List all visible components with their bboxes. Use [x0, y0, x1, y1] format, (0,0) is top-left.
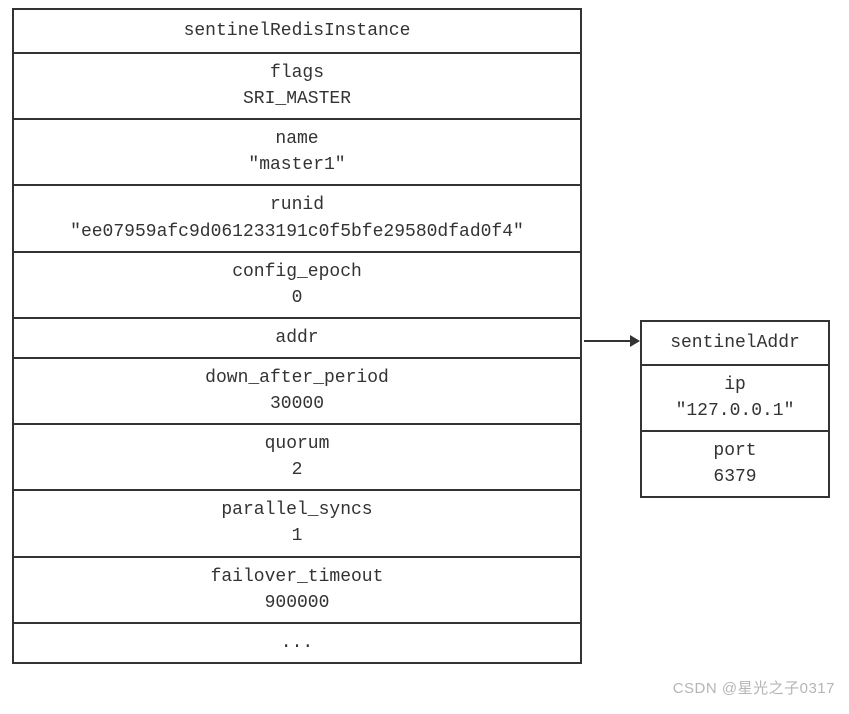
field-value: SRI_MASTER [18, 86, 576, 112]
field-label: addr [18, 325, 576, 351]
field-label: failover_timeout [18, 564, 576, 590]
field-addr: addr [14, 319, 580, 359]
field-label: runid [18, 192, 576, 218]
field-label: parallel_syncs [18, 497, 576, 523]
field-value: 30000 [18, 391, 576, 417]
field-quorum: quorum 2 [14, 425, 580, 491]
field-value: "ee07959afc9d061233191c0f5bfe29580dfad0f… [18, 219, 576, 245]
field-label: config_epoch [18, 259, 576, 285]
field-parallel-syncs: parallel_syncs 1 [14, 491, 580, 557]
field-config-epoch: config_epoch 0 [14, 253, 580, 319]
field-ellipsis: ... [14, 624, 580, 662]
field-label: flags [18, 60, 576, 86]
field-label: quorum [18, 431, 576, 457]
field-value: 900000 [18, 590, 576, 616]
field-value: 0 [18, 285, 576, 311]
field-value: "master1" [18, 152, 576, 178]
watermark: CSDN @星光之子0317 [673, 677, 835, 698]
field-label: down_after_period [18, 365, 576, 391]
field-down-after-period: down_after_period 30000 [14, 359, 580, 425]
struct-title: sentinelRedisInstance [14, 10, 580, 54]
struct-sentinel-addr: sentinelAddr ip "127.0.0.1" port 6379 [640, 320, 830, 498]
field-value: 1 [18, 523, 576, 549]
field-value: "127.0.0.1" [646, 398, 824, 424]
field-label: name [18, 126, 576, 152]
field-flags: flags SRI_MASTER [14, 54, 580, 120]
field-name: name "master1" [14, 120, 580, 186]
field-value: 6379 [646, 464, 824, 490]
struct-title: sentinelAddr [642, 322, 828, 366]
field-label: ip [646, 372, 824, 398]
field-runid: runid "ee07959afc9d061233191c0f5bfe29580… [14, 186, 580, 252]
field-value: 2 [18, 457, 576, 483]
field-label: port [646, 438, 824, 464]
field-failover-timeout: failover_timeout 900000 [14, 558, 580, 624]
field-ip: ip "127.0.0.1" [642, 366, 828, 432]
field-port: port 6379 [642, 432, 828, 496]
struct-sentinel-redis-instance: sentinelRedisInstance flags SRI_MASTER n… [12, 8, 582, 664]
pointer-arrow-icon [584, 340, 638, 342]
field-label: ... [18, 630, 576, 656]
